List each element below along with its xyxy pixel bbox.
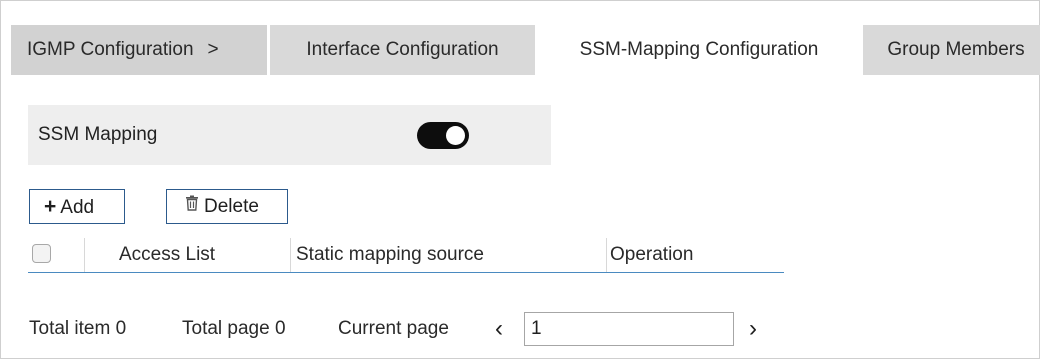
plus-icon: + — [44, 195, 57, 218]
page-frame: IGMP Configuration > Interface Configurat… — [0, 0, 1040, 359]
add-button[interactable]: + Add — [29, 189, 125, 224]
table-header: Access List Static mapping source Operat… — [28, 238, 784, 273]
toggle-knob — [446, 126, 465, 145]
total-page-text: Total page 0 — [182, 318, 286, 339]
pagination: Total item 0 Total page 0 Current page ‹… — [29, 310, 1029, 348]
delete-button-label: Delete — [204, 196, 259, 217]
tab-interface-configuration[interactable]: Interface Configuration — [270, 25, 535, 75]
current-page-input[interactable] — [524, 312, 734, 346]
column-divider — [290, 238, 291, 272]
column-divider — [84, 238, 85, 272]
tab-label: SSM-Mapping Configuration — [579, 39, 819, 60]
chevron-left-icon[interactable]: ‹ — [495, 310, 503, 348]
column-divider — [606, 238, 607, 272]
tab-bar: IGMP Configuration > Interface Configurat… — [11, 25, 1040, 77]
ssm-mapping-label: SSM Mapping — [38, 124, 158, 145]
ssm-mapping-panel: SSM Mapping — [28, 105, 551, 165]
tab-group-members[interactable]: Group Members — [863, 25, 1040, 75]
tab-label: Group Members — [887, 39, 1025, 60]
breadcrumb-separator: > — [207, 39, 219, 60]
column-header-static-mapping-source: Static mapping source — [296, 244, 484, 265]
chevron-right-icon[interactable]: › — [749, 310, 757, 348]
tab-igmp-configuration[interactable]: IGMP Configuration > — [11, 25, 267, 75]
ssm-mapping-toggle[interactable] — [417, 122, 469, 149]
select-all-checkbox[interactable] — [32, 244, 51, 263]
tab-label: IGMP Configuration — [27, 39, 194, 60]
tab-ssm-mapping-configuration[interactable]: SSM-Mapping Configuration — [538, 25, 860, 77]
current-page-label: Current page — [338, 318, 449, 339]
add-button-label: Add — [60, 197, 95, 218]
trash-icon — [185, 189, 199, 222]
delete-button[interactable]: Delete — [166, 189, 288, 224]
column-header-access-list: Access List — [119, 244, 216, 265]
total-item-text: Total item 0 — [29, 318, 127, 339]
tab-label: Interface Configuration — [306, 39, 499, 60]
column-header-operation: Operation — [610, 244, 694, 265]
